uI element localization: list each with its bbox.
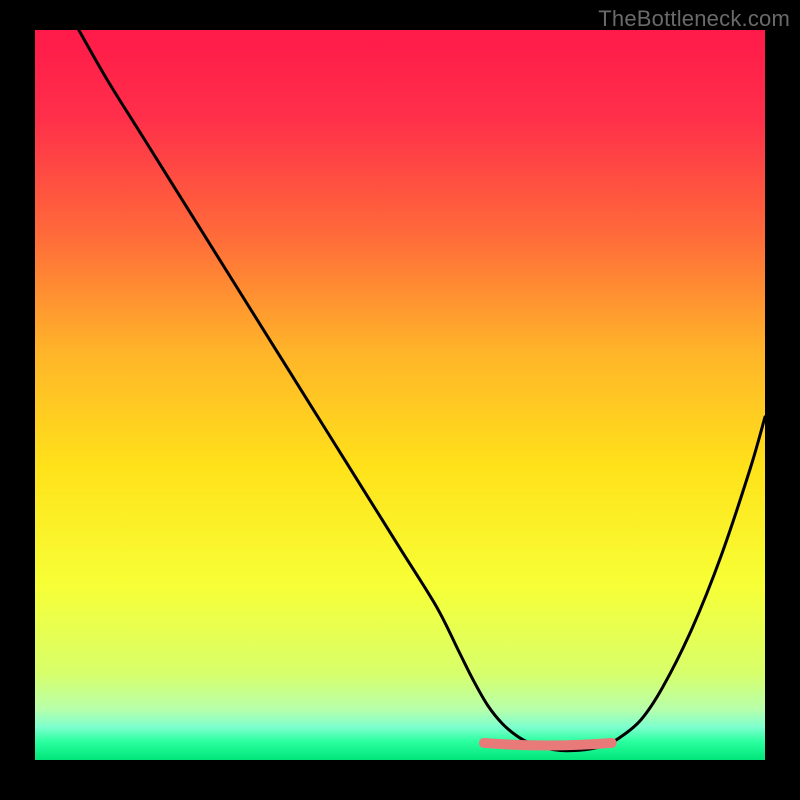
bottleneck-chart: [35, 30, 765, 760]
watermark-text: TheBottleneck.com: [598, 6, 790, 32]
optimal-range-highlight: [484, 743, 612, 746]
